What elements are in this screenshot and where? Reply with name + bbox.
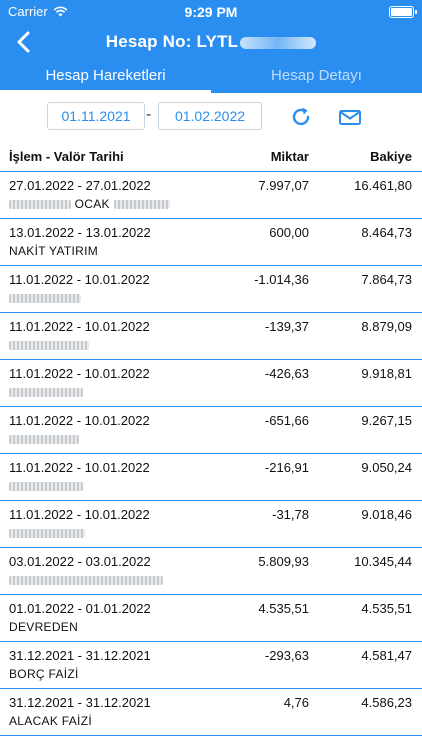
start-date-field[interactable]: 01.11.2021 xyxy=(47,102,145,130)
header-balance: Bakiye xyxy=(370,149,412,164)
tab-hesap-detayi[interactable]: Hesap Detayı xyxy=(211,60,422,93)
transaction-amount: 7.997,07 xyxy=(258,178,309,193)
tab-bar: Hesap Hareketleri Hesap Detayı xyxy=(0,60,422,93)
masked-account-number xyxy=(240,36,317,49)
transaction-balance: 9.018,46 xyxy=(361,507,412,522)
transaction-row[interactable]: 11.01.2022 - 10.01.2022 -1.014,36 7.864,… xyxy=(0,266,422,313)
transaction-row[interactable]: 11.01.2022 - 10.01.2022 -651,66 9.267,15 xyxy=(0,407,422,454)
transaction-dates: 11.01.2022 - 10.01.2022 xyxy=(9,272,150,287)
transaction-dates: 31.12.2021 - 31.12.2021 xyxy=(9,695,151,710)
transaction-balance: 16.461,80 xyxy=(354,178,412,193)
account-number-label: Hesap No: LYTL xyxy=(105,32,239,51)
transaction-dates: 27.01.2022 - 27.01.2022 xyxy=(9,178,151,193)
page-title: Hesap No: LYTL xyxy=(0,32,422,52)
description-text: OCAK xyxy=(74,197,110,211)
tab-hesap-hareketleri[interactable]: Hesap Hareketleri xyxy=(0,60,211,93)
transaction-description xyxy=(9,479,83,493)
transaction-amount: 600,00 xyxy=(269,225,309,240)
masked-text xyxy=(9,435,79,445)
transaction-amount: 4.535,51 xyxy=(258,601,309,616)
masked-text xyxy=(9,576,163,586)
transaction-balance: 7.864,73 xyxy=(361,272,412,287)
transaction-dates: 03.01.2022 - 03.01.2022 xyxy=(9,554,151,569)
transaction-description xyxy=(9,573,163,587)
transaction-row[interactable]: 27.01.2022 - 27.01.2022 OCAK 7.997,07 16… xyxy=(0,172,422,219)
masked-text xyxy=(9,388,83,398)
transaction-balance: 10.345,44 xyxy=(354,554,412,569)
transaction-description xyxy=(9,526,85,540)
transaction-row[interactable]: 31.12.2021 - 31.12.2021 BORÇ FAİZİ -293,… xyxy=(0,642,422,689)
transaction-row[interactable]: 11.01.2022 - 10.01.2022 -426,63 9.918,81 xyxy=(0,360,422,407)
header-amount: Miktar xyxy=(270,149,309,164)
masked-text xyxy=(9,294,81,304)
transaction-description xyxy=(9,385,83,399)
transaction-amount: -651,66 xyxy=(264,413,309,428)
header-date: İşlem - Valör Tarihi xyxy=(9,149,124,164)
transaction-row[interactable]: 11.01.2022 - 10.01.2022 -216,91 9.050,24 xyxy=(0,454,422,501)
transaction-dates: 11.01.2022 - 10.01.2022 xyxy=(9,319,150,334)
transaction-amount: 4,76 xyxy=(283,695,309,710)
transaction-row[interactable]: 13.01.2022 - 13.01.2022 NAKİT YATIRIM 60… xyxy=(0,219,422,266)
end-date-field[interactable]: 01.02.2022 xyxy=(158,102,262,130)
transaction-balance: 4.535,51 xyxy=(361,601,412,616)
masked-text xyxy=(9,482,83,492)
table-header: İşlem - Valör Tarihi Miktar Bakiye xyxy=(0,146,422,172)
transaction-dates: 11.01.2022 - 10.01.2022 xyxy=(9,413,150,428)
transaction-dates: 01.01.2022 - 01.01.2022 xyxy=(9,601,151,616)
battery-fill xyxy=(391,8,412,16)
transaction-amount: -1.014,36 xyxy=(254,272,309,287)
transaction-row[interactable]: 11.01.2022 - 10.01.2022 -31,78 9.018,46 xyxy=(0,501,422,548)
transaction-amount: -139,37 xyxy=(264,319,309,334)
transaction-amount: -293,63 xyxy=(264,648,309,663)
masked-text xyxy=(9,200,71,210)
transaction-dates: 13.01.2022 - 13.01.2022 xyxy=(9,225,151,240)
transaction-row[interactable]: 01.01.2022 - 01.01.2022 DEVREDEN 4.535,5… xyxy=(0,595,422,642)
status-time: 9:29 PM xyxy=(184,4,238,20)
transaction-description: OCAK xyxy=(9,197,170,211)
mail-icon[interactable] xyxy=(338,104,362,130)
transaction-description: BORÇ FAİZİ xyxy=(9,667,79,681)
battery-icon xyxy=(389,6,417,18)
transaction-description xyxy=(9,291,81,305)
transaction-dates: 11.01.2022 - 10.01.2022 xyxy=(9,366,150,381)
masked-text xyxy=(113,200,170,210)
transaction-balance: 9.918,81 xyxy=(361,366,412,381)
transaction-description: NAKİT YATIRIM xyxy=(9,244,99,258)
transaction-balance: 9.267,15 xyxy=(361,413,412,428)
transaction-balance: 8.464,73 xyxy=(361,225,412,240)
refresh-icon[interactable] xyxy=(288,104,314,130)
app-header: Carrier 9:29 PM Hesap No: LYTL Hesap Har… xyxy=(0,0,422,93)
masked-text xyxy=(9,529,85,539)
transaction-balance: 9.050,24 xyxy=(361,460,412,475)
battery-nub xyxy=(415,10,417,14)
transaction-row[interactable]: 11.01.2022 - 10.01.2022 -139,37 8.879,09 xyxy=(0,313,422,360)
transaction-dates: 11.01.2022 - 10.01.2022 xyxy=(9,507,150,522)
status-bar: Carrier 9:29 PM xyxy=(0,0,422,24)
transaction-balance: 4.581,47 xyxy=(361,648,412,663)
nav-bar: Hesap No: LYTL xyxy=(0,28,422,58)
transaction-description xyxy=(9,432,79,446)
transaction-list: 27.01.2022 - 27.01.2022 OCAK 7.997,07 16… xyxy=(0,172,422,736)
transaction-dates: 31.12.2021 - 31.12.2021 xyxy=(9,648,151,663)
transaction-description: ALACAK FAİZİ xyxy=(9,714,92,728)
transaction-amount: -426,63 xyxy=(264,366,309,381)
date-separator: - xyxy=(146,106,152,123)
transaction-description: DEVREDEN xyxy=(9,620,79,634)
transaction-amount: -31,78 xyxy=(272,507,309,522)
date-filter-bar: 01.11.2021 - 01.02.2022 xyxy=(0,100,422,134)
masked-text xyxy=(9,341,89,351)
transaction-amount: 5.809,93 xyxy=(258,554,309,569)
transaction-dates: 11.01.2022 - 10.01.2022 xyxy=(9,460,150,475)
transaction-balance: 8.879,09 xyxy=(361,319,412,334)
transaction-balance: 4.586,23 xyxy=(361,695,412,710)
transaction-amount: -216,91 xyxy=(264,460,309,475)
transaction-row[interactable]: 03.01.2022 - 03.01.2022 5.809,93 10.345,… xyxy=(0,548,422,595)
transaction-row[interactable]: 31.12.2021 - 31.12.2021 ALACAK FAİZİ 4,7… xyxy=(0,689,422,736)
transaction-description xyxy=(9,338,89,352)
